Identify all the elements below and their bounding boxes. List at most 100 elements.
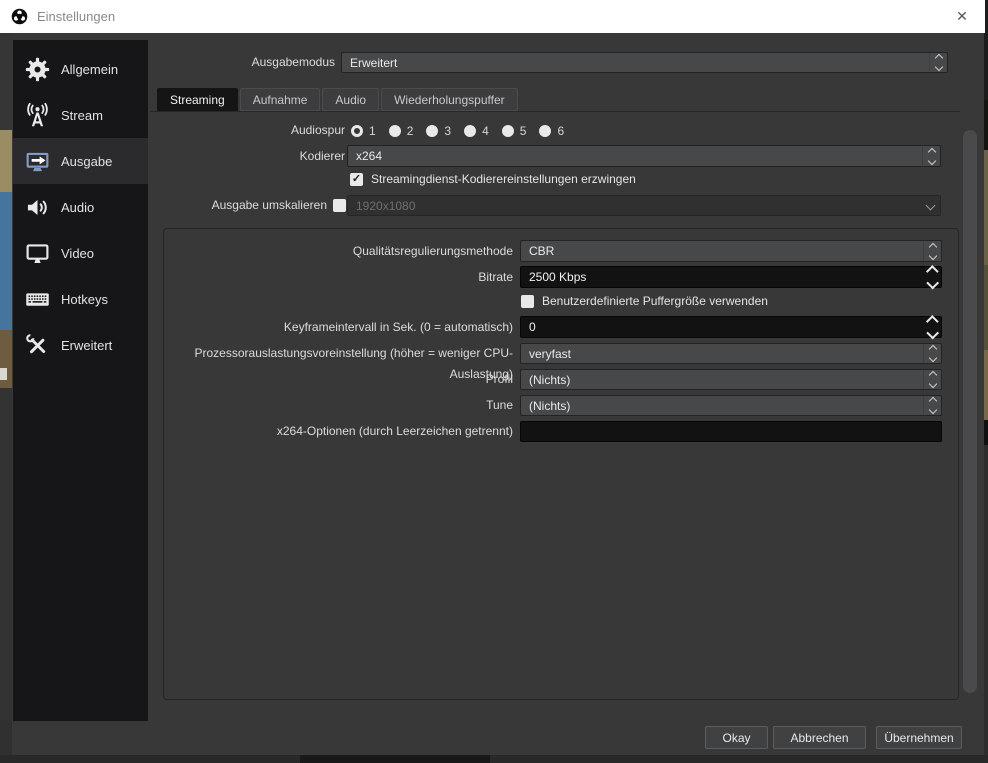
tune-value: (Nichts) [529,398,571,413]
chevron-down-icon [928,353,937,363]
dropdown-arrow [921,196,940,215]
tools-icon [22,331,52,359]
radio-icon [539,124,552,137]
encoder-label: Kodierer [299,149,345,163]
cpu-preset-select[interactable]: veryfast [520,343,942,364]
output-mode-value: Erweitert [350,55,398,70]
chevron-down-icon [928,405,937,415]
background-sliver [0,368,7,380]
tab-streaming[interactable]: Streaming [157,88,238,111]
keyframe-label: Keyframeintervall in Sek. (0 = automatis… [283,320,513,334]
window-title: Einstellungen [37,9,116,24]
radio-label: 3 [444,123,452,138]
bitrate-value: 2500 Kbps [529,270,587,284]
okay-button[interactable]: Okay [705,726,768,749]
radio-icon [426,124,439,137]
chevron-down-icon [934,62,943,72]
encoder-select[interactable]: x264 [347,145,941,167]
audio-track-radios: 1 2 3 4 5 6 [351,123,577,138]
radio-track-5[interactable]: 5 [501,123,527,138]
checkbox-checked-icon[interactable]: ✓ [350,172,363,186]
radio-track-2[interactable]: 2 [388,123,414,138]
radio-track-1[interactable]: 1 [351,124,376,138]
custom-buffer-checkbox[interactable] [521,294,534,308]
spinner-icon[interactable] [923,396,941,415]
chevron-up-icon [928,344,937,354]
radio-icon [388,124,401,137]
sidebar-item-label: Hotkeys [61,291,108,307]
chevron-down-icon [928,251,937,260]
radio-icon [501,124,514,137]
keyframe-input[interactable]: 0 [520,315,942,339]
bitrate-input[interactable]: 2500 Kbps [520,265,942,289]
background-sliver [984,265,988,350]
tab-wiederholungspuffer[interactable]: Wiederholungspuffer [381,88,518,111]
cpu-preset-value: veryfast [529,346,572,361]
tune-label: Tune [486,398,513,412]
radio-label: 6 [557,123,565,138]
keyframe-value: 0 [529,320,536,334]
chevron-up-icon [925,315,939,328]
sidebar-item-video[interactable]: Video [13,230,148,276]
radio-track-3[interactable]: 3 [426,124,451,138]
sidebar-item-label: Erweitert [61,337,113,353]
spinner-icon[interactable] [929,53,947,72]
chevron-up-icon [927,147,936,156]
chevron-up-icon [928,370,937,380]
sidebar-item-erweitert[interactable]: Erweitert [13,322,148,368]
apply-button[interactable]: Übernehmen [876,726,962,749]
chevron-down-icon [925,326,939,339]
radio-label: 5 [519,123,527,138]
output-mode-label: Ausgabemodus [251,55,335,69]
background-sliver [984,445,988,763]
bitrate-label: Bitrate [478,270,513,284]
spinner-icon[interactable] [923,344,941,363]
tab-divider [150,111,960,112]
keyboard-icon [22,285,52,313]
rescale-resolution-value: 1920x1080 [356,198,416,213]
rate-control-label: Qualitätsregulierungsmethode [352,244,513,258]
output-mode-select[interactable]: Erweitert [341,52,948,73]
spinner-icon[interactable] [924,315,940,339]
chevron-down-icon [927,156,936,165]
chevron-down-icon [928,379,937,389]
background-sliver [984,150,988,265]
rescale-resolution-select[interactable]: 1920x1080 [347,195,941,216]
profile-value: (Nichts) [529,372,571,387]
background-sliver [984,420,988,445]
tab-audio[interactable]: Audio [322,88,380,111]
rescale-checkbox[interactable] [333,199,346,212]
radio-label: 1 [369,123,376,138]
radio-track-4[interactable]: 4 [464,124,489,138]
chevron-down-icon [925,200,936,211]
radio-track-6[interactable]: 6 [539,124,564,138]
background-sliver [984,100,988,150]
rescale-label: Ausgabe umskalieren [211,198,327,212]
enforce-settings-row: ✓ Streamingdienst-Kodierereinstellungen … [350,172,636,186]
spinner-icon[interactable] [923,241,941,261]
close-icon[interactable]: ✕ [949,0,975,33]
encoder-value: x264 [356,149,383,163]
rate-control-select[interactable]: CBR [520,240,942,262]
monitor-icon [22,239,52,267]
tab-aufnahme[interactable]: Aufnahme [239,88,321,111]
scrollbar-handle[interactable] [963,130,977,693]
tune-select[interactable]: (Nichts) [520,395,942,416]
radio-label: 4 [482,123,489,138]
chevron-up-icon [928,242,937,251]
chevron-up-icon [928,396,937,406]
x264-options-label: x264-Optionen (durch Leerzeichen getrenn… [276,424,513,438]
spinner-icon[interactable] [924,265,940,289]
spinner-icon[interactable] [923,370,941,389]
radio-label: 2 [406,123,414,138]
profile-label: Profil [485,372,513,386]
cancel-button[interactable]: Abbrechen [773,726,866,749]
x264-options-input[interactable] [520,421,942,442]
rate-control-value: CBR [529,244,555,258]
spinner-icon[interactable] [922,146,940,166]
settings-sidebar: Allgemein Stream Ausgabe Audio Video Hot… [13,40,148,721]
sidebar-item-hotkeys[interactable]: Hotkeys [13,276,148,322]
profile-select[interactable]: (Nichts) [520,369,942,390]
chevron-up-icon [925,265,939,278]
chevron-up-icon [934,53,943,63]
